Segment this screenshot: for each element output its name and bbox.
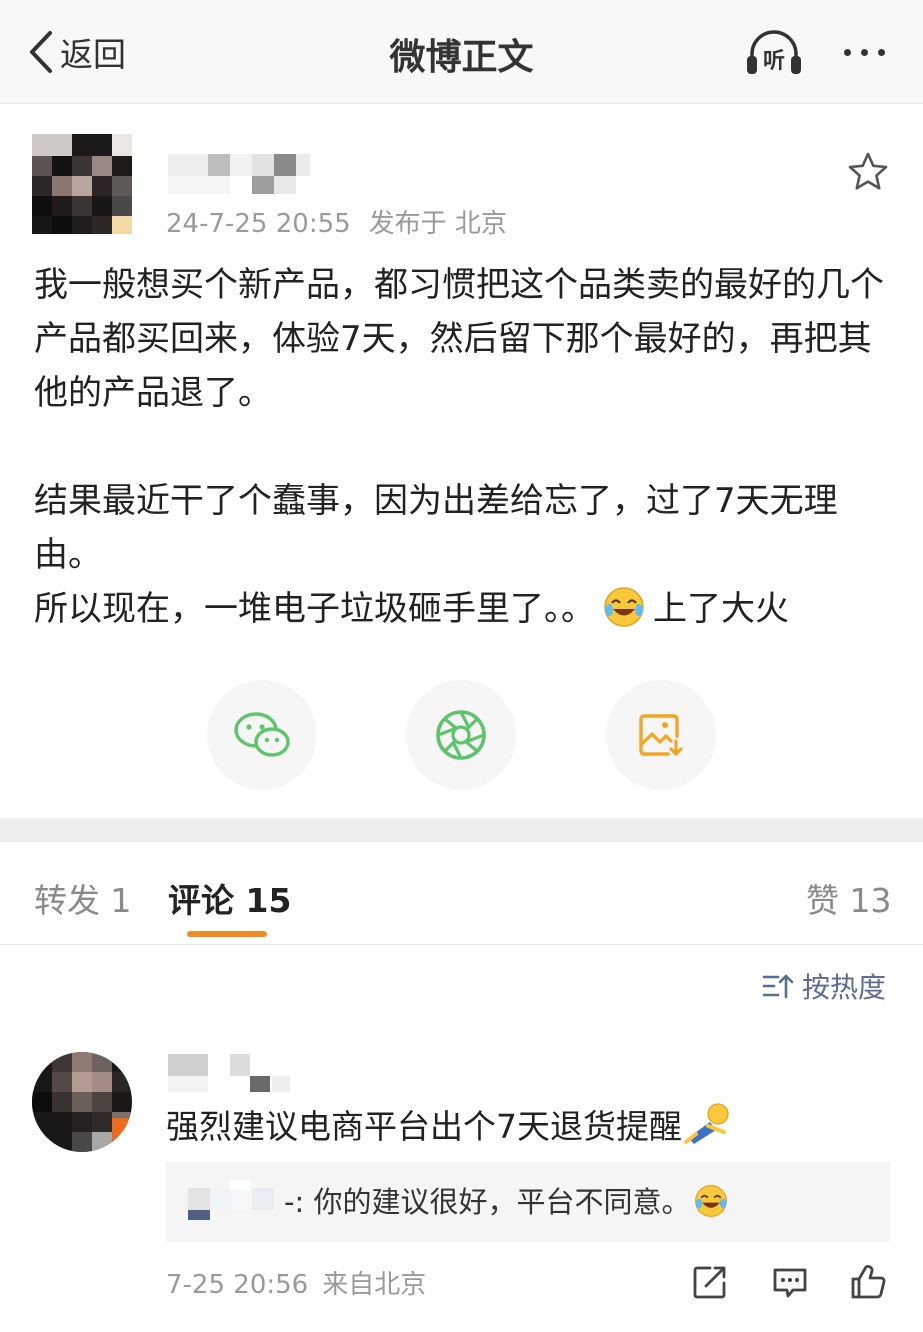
post-paragraph: 我一般想买个新产品，都习惯把这个品类卖的最好的几个产品都买回来，体验7天，然后留… bbox=[34, 265, 884, 413]
listen-button[interactable]: 听 bbox=[744, 24, 804, 80]
save-image-icon bbox=[639, 714, 683, 756]
dot-icon bbox=[843, 48, 851, 56]
author-avatar[interactable] bbox=[32, 134, 132, 234]
comment-text-line: 强烈建议电商平台出个7天退货提醒 bbox=[166, 1102, 732, 1149]
star-icon[interactable] bbox=[846, 150, 890, 194]
top-nav-bar: 返回 微博正文 听 bbox=[0, 0, 923, 104]
laugh-cry-emoji-icon bbox=[604, 587, 644, 627]
section-divider bbox=[0, 818, 923, 842]
tab-comments[interactable]: 评论 15 bbox=[168, 874, 291, 922]
listen-icon-text: 听 bbox=[763, 49, 785, 74]
moments-icon bbox=[436, 710, 486, 760]
reply-author-tail: -: bbox=[284, 1185, 305, 1219]
post-paragraph: 结果最近干了个蠢事，因为出差给忘了，过了7天无理由。 bbox=[34, 481, 838, 575]
save-image-button[interactable] bbox=[606, 680, 716, 790]
post-location: 发布于 北京 bbox=[368, 209, 507, 239]
sort-icon bbox=[762, 974, 794, 999]
post-time: 24-7-25 20:55 bbox=[166, 209, 351, 239]
dot-icon bbox=[860, 48, 868, 56]
sort-by-hot-button[interactable]: 按热度 bbox=[762, 968, 886, 1004]
active-tab-indicator bbox=[187, 931, 267, 937]
back-button[interactable]: 返回 bbox=[26, 24, 126, 80]
post-meta: 24-7-25 20:55 发布于 北京 bbox=[166, 203, 507, 240]
tab-repost[interactable]: 转发 1 bbox=[34, 874, 132, 922]
tab-divider bbox=[0, 944, 923, 945]
post-last-line-tail: 上了大火 bbox=[653, 589, 789, 629]
comment-time: 7-25 20:56 bbox=[166, 1270, 309, 1300]
more-options-button[interactable] bbox=[834, 24, 894, 80]
post-content: 我一般想买个新产品，都习惯把这个品类卖的最好的几个产品都买回来，体验7天，然后留… bbox=[34, 258, 904, 636]
thumbs-up-icon[interactable] bbox=[848, 1262, 888, 1302]
author-name-blurred[interactable] bbox=[168, 150, 310, 196]
lying-down-emoji-icon bbox=[684, 1103, 729, 1144]
reply-line: -: 你的建议很好，平台不同意。 bbox=[284, 1182, 728, 1222]
reply-preview[interactable]: -: 你的建议很好，平台不同意。 bbox=[166, 1162, 890, 1242]
post-paragraph-last: 所以现在，一堆电子垃圾砸手里了。。 上了大火 bbox=[34, 582, 904, 636]
commenter-avatar[interactable] bbox=[32, 1052, 132, 1152]
share-moments-button[interactable] bbox=[406, 680, 516, 790]
comment-meta: 7-25 20:56 来自北京 bbox=[166, 1264, 426, 1301]
comment-icon[interactable] bbox=[770, 1262, 810, 1302]
laugh-cry-emoji-icon bbox=[695, 1185, 728, 1217]
reply-text: 你的建议很好，平台不同意。 bbox=[313, 1185, 691, 1219]
comment-text: 强烈建议电商平台出个7天退货提醒 bbox=[166, 1107, 682, 1146]
headphones-icon: 听 bbox=[747, 30, 801, 74]
post-last-line: 所以现在，一堆电子垃圾砸手里了。。 bbox=[34, 589, 595, 629]
back-label: 返回 bbox=[60, 35, 126, 74]
wechat-icon bbox=[234, 712, 290, 757]
chevron-left-icon bbox=[30, 31, 52, 73]
share-wechat-button[interactable] bbox=[207, 680, 317, 790]
sort-label: 按热度 bbox=[802, 971, 887, 1004]
reply-author-blurred bbox=[188, 1180, 284, 1220]
commenter-name-blurred[interactable] bbox=[168, 1052, 308, 1096]
tab-likes[interactable]: 赞 13 bbox=[806, 874, 891, 922]
comment-source: 来自北京 bbox=[322, 1270, 427, 1300]
repost-icon[interactable] bbox=[690, 1262, 730, 1302]
dot-icon bbox=[877, 48, 885, 56]
